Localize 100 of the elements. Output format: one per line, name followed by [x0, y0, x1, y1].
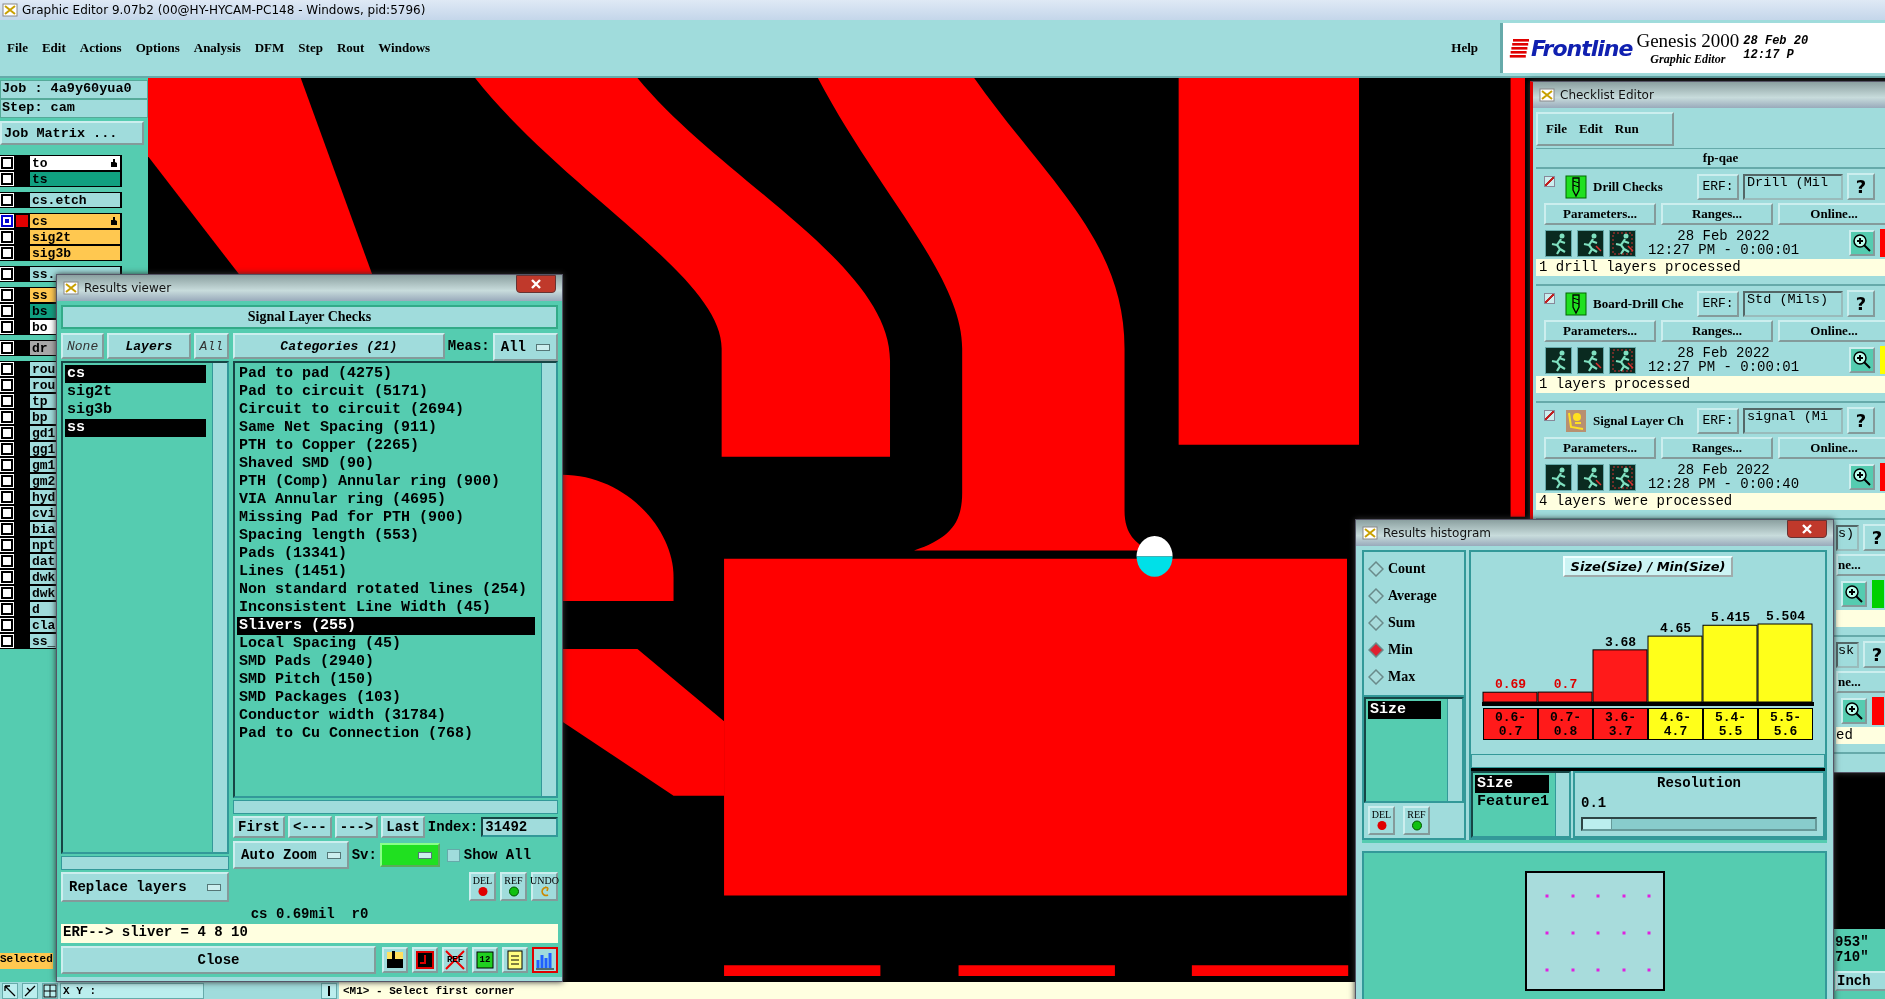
- close-button[interactable]: Close: [61, 946, 376, 974]
- menu-item[interactable]: DFM: [254, 40, 285, 56]
- menu-item[interactable]: File: [1546, 121, 1567, 137]
- erf-field[interactable]: Std (Mils): [1743, 290, 1843, 317]
- category-item[interactable]: Spacing length (553): [237, 527, 535, 545]
- zoom-mode-dropdown[interactable]: Auto Zoom: [233, 841, 349, 869]
- menu-item[interactable]: Help: [1451, 40, 1478, 56]
- partial-online-button[interactable]: ne...: [1836, 671, 1885, 693]
- erf-button[interactable]: ERF:: [1697, 407, 1739, 434]
- checkbox[interactable]: [1, 289, 13, 301]
- running-figure-icon[interactable]: [1545, 229, 1572, 257]
- units-button[interactable]: Inch: [1835, 971, 1885, 991]
- erf-field[interactable]: sk: [1836, 641, 1859, 668]
- category-item[interactable]: PTH (Comp) Annular ring (900): [237, 473, 535, 491]
- all-button[interactable]: All: [193, 333, 229, 359]
- category-item[interactable]: VIA Annular ring (4695): [237, 491, 535, 509]
- check-button[interactable]: Online...: [1778, 320, 1885, 342]
- checkbox[interactable]: [1, 587, 13, 599]
- partial-online-button[interactable]: ne...: [1836, 554, 1885, 576]
- menu-item[interactable]: Rout: [336, 40, 365, 56]
- grid-icon[interactable]: [42, 982, 58, 999]
- slider-thumb[interactable]: [1583, 819, 1612, 829]
- category-item[interactable]: Lines (1451): [237, 563, 535, 581]
- layer-item[interactable]: cs: [65, 365, 206, 383]
- navigation-button[interactable]: Last: [381, 816, 425, 838]
- category-item[interactable]: Pad to pad (4275): [237, 365, 535, 383]
- zoom-in-button[interactable]: [1849, 464, 1875, 490]
- reference-button[interactable]: REF: [500, 872, 527, 901]
- category-item[interactable]: Conductor width (31784): [237, 707, 535, 725]
- menu-item[interactable]: Run: [1614, 121, 1639, 137]
- slider-track[interactable]: [1581, 817, 1817, 831]
- checkbox[interactable]: [1544, 293, 1555, 304]
- erf-field[interactable]: Drill (Mil: [1743, 173, 1843, 200]
- report-button[interactable]: [412, 947, 438, 973]
- scrollbar[interactable]: [1471, 754, 1825, 768]
- navigation-button[interactable]: --->: [334, 816, 379, 838]
- running-figure-icon[interactable]: [1609, 463, 1636, 491]
- checkbox[interactable]: [1, 395, 13, 407]
- check-button[interactable]: Ranges...: [1661, 437, 1773, 459]
- checkbox[interactable]: [1, 215, 13, 227]
- radio-button[interactable]: [1368, 614, 1384, 631]
- figure-button[interactable]: [382, 947, 408, 973]
- checkbox[interactable]: [1, 342, 13, 354]
- checkbox[interactable]: [1, 603, 13, 615]
- category-item[interactable]: Circuit to circuit (2694): [237, 401, 535, 419]
- zoom-in-button[interactable]: [1849, 347, 1875, 373]
- category-item[interactable]: Pad to Cu Connection (768): [237, 725, 535, 743]
- running-figure-icon[interactable]: [1545, 463, 1572, 491]
- checkbox[interactable]: [1, 619, 13, 631]
- navigation-button[interactable]: First: [233, 816, 285, 838]
- scrollbar[interactable]: [212, 363, 227, 852]
- close-button[interactable]: [516, 275, 556, 293]
- scrollbar[interactable]: [233, 800, 558, 814]
- erf-field[interactable]: s): [1836, 524, 1859, 551]
- checkbox[interactable]: [1, 491, 13, 503]
- radio-button[interactable]: [1368, 587, 1384, 604]
- running-figure-icon[interactable]: [1577, 463, 1604, 491]
- arrow-icon[interactable]: [2, 982, 18, 999]
- layer-name[interactable]: to: [30, 156, 120, 170]
- help-button[interactable]: ?: [1847, 407, 1875, 434]
- menu-item[interactable]: Options: [135, 40, 180, 56]
- category-item[interactable]: SMD Packages (103): [237, 689, 535, 707]
- severity-dropdown[interactable]: [379, 843, 440, 867]
- layer-name[interactable]: sig3b: [30, 246, 120, 260]
- checkbox[interactable]: [1, 507, 13, 519]
- check-button[interactable]: Online...: [1778, 437, 1885, 459]
- category-item[interactable]: Local Spacing (45): [237, 635, 535, 653]
- checkbox[interactable]: [1, 363, 13, 375]
- scrollbar[interactable]: [1447, 699, 1462, 801]
- field-item[interactable]: Size: [1368, 701, 1441, 719]
- menu-item[interactable]: Actions: [79, 40, 122, 56]
- radio-button[interactable]: [1368, 668, 1384, 685]
- checkbox[interactable]: [1, 427, 13, 439]
- checkbox[interactable]: [1, 539, 13, 551]
- category-item[interactable]: Inconsistent Line Width (45): [237, 599, 535, 617]
- scrollbar[interactable]: [541, 363, 556, 796]
- layer-name[interactable]: ts: [30, 172, 120, 186]
- zoom-in-button[interactable]: [1849, 230, 1875, 256]
- checkbox[interactable]: [1, 443, 13, 455]
- delete-button[interactable]: DEL: [1368, 806, 1395, 835]
- category-item[interactable]: PTH to Copper (2265): [237, 437, 535, 455]
- menu-item[interactable]: Windows: [378, 40, 431, 56]
- checkbox[interactable]: [1, 231, 13, 243]
- checkbox[interactable]: [1, 379, 13, 391]
- menu-item[interactable]: Edit: [41, 40, 66, 56]
- running-figure-icon[interactable]: [1545, 346, 1572, 374]
- checkbox[interactable]: [1, 268, 13, 280]
- category-item[interactable]: SMD Pads (2940): [237, 653, 535, 671]
- running-figure-icon[interactable]: [1609, 229, 1636, 257]
- layer-name[interactable]: cs: [30, 214, 120, 228]
- check-button[interactable]: Ranges...: [1661, 320, 1773, 342]
- radio-button[interactable]: [1368, 641, 1384, 658]
- check-button[interactable]: Parameters...: [1544, 203, 1656, 225]
- undo-button[interactable]: UNDO: [531, 872, 558, 901]
- checkbox[interactable]: [1, 475, 13, 487]
- checkbox[interactable]: [1, 459, 13, 471]
- radio-button[interactable]: [1368, 560, 1384, 577]
- running-figure-icon[interactable]: [1577, 229, 1604, 257]
- close-button[interactable]: [1787, 520, 1827, 538]
- checkbox[interactable]: [1, 173, 13, 185]
